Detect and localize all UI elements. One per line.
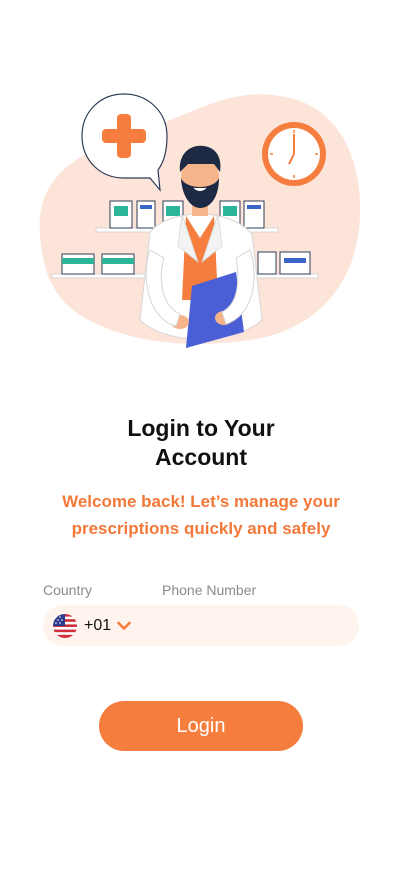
welcome-subtitle: Welcome back! Let’s manage your prescrip… [62, 492, 340, 538]
title-line-1: Login to Your [127, 415, 275, 441]
login-button[interactable]: Login [99, 701, 303, 751]
country-label: Country [43, 582, 93, 598]
title-line-2: Account [155, 444, 247, 470]
country-code-value: +01 [84, 616, 112, 634]
country-code-dropdown[interactable]: +01 [53, 605, 141, 646]
page-title: Login to Your Account [0, 414, 402, 472]
us-flag-icon [53, 613, 77, 638]
wall-clock-icon [262, 122, 326, 186]
phone-input-row: +01 [43, 605, 359, 648]
pharmacist-illustration [0, 0, 402, 390]
chevron-down-icon [117, 621, 131, 630]
phone-number-input[interactable] [151, 605, 353, 648]
phone-number-label: Phone Number [162, 582, 257, 598]
